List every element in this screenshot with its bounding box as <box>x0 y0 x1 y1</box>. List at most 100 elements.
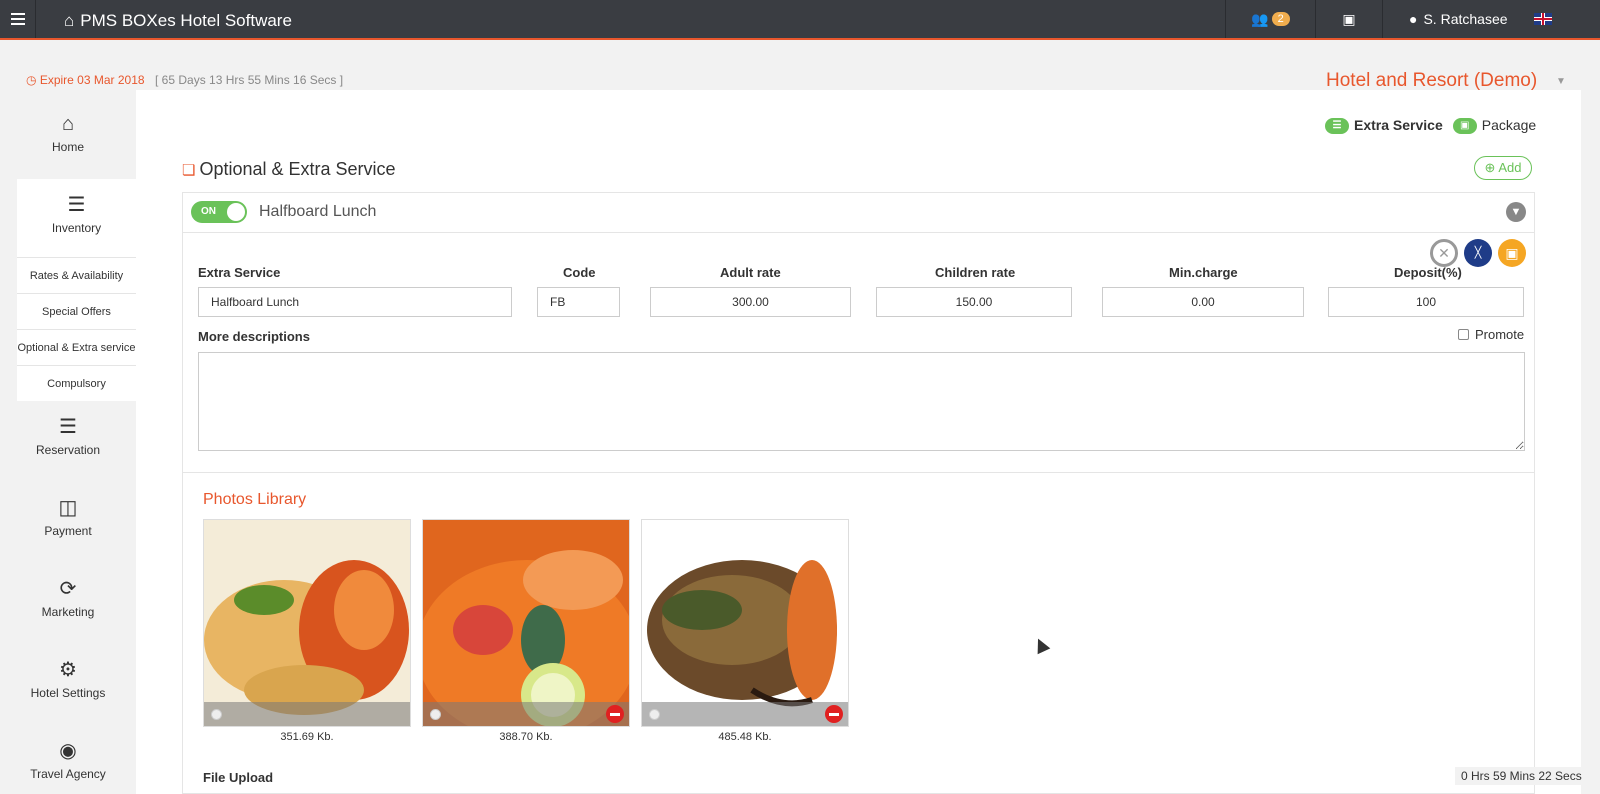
sidebar-subitem-special-offers[interactable]: Special Offers <box>17 293 136 329</box>
code-input[interactable] <box>537 287 620 317</box>
sidebar-label: Marketing <box>41 605 95 619</box>
tab-extra-service[interactable]: ☰ Extra Service <box>1325 117 1443 135</box>
sidebar-label: Inventory <box>51 221 102 235</box>
trash-icon[interactable]: ▬ <box>825 705 843 723</box>
food-photo-image <box>642 520 848 726</box>
min-charge-label: Min.charge <box>1169 265 1238 280</box>
uk-flag-icon[interactable] <box>1533 13 1552 25</box>
expire-countdown: [ 65 Days 13 Hrs 55 Mins 16 Secs ] <box>155 73 344 87</box>
sidebar-item-travel-agency[interactable]: ◉ Travel Agency <box>0 725 136 794</box>
monitor-icon: ▣ <box>1342 10 1356 27</box>
deposit-label: Deposit(%) <box>1394 265 1462 280</box>
photo-thumbnail[interactable]: ▬ <box>422 519 630 727</box>
photo-file-size: 388.70 Kb. <box>499 731 553 743</box>
children-rate-label: Children rate <box>935 265 1016 280</box>
clock-icon: ◷ <box>26 73 40 87</box>
notification-badge: 2 <box>1271 12 1290 26</box>
menu-toggle-button[interactable] <box>0 0 36 38</box>
photo-thumbnail[interactable] <box>203 519 411 727</box>
app-brand[interactable]: ⌂ PMS BOXes Hotel Software <box>64 11 292 31</box>
globe-icon: ◉ <box>59 740 77 762</box>
description-textarea[interactable] <box>198 352 1525 451</box>
adult-rate-input[interactable] <box>650 287 851 317</box>
tab-label: Package <box>1481 117 1537 133</box>
sidebar-item-home[interactable]: ⌂ Home <box>0 98 136 179</box>
inventory-group: ☰ Inventory Rates & Availability Special… <box>17 179 136 401</box>
service-name-heading: Halfboard Lunch <box>259 203 377 220</box>
user-menu[interactable]: ● S. Ratchasee <box>1382 0 1600 38</box>
children-rate-input[interactable] <box>876 287 1072 317</box>
server-icon: ☰ <box>67 194 86 216</box>
photo-toolbar: ▬ <box>423 702 629 726</box>
language-flag-icon[interactable]: ╳ <box>1464 239 1492 267</box>
sidebar-subitem-rates[interactable]: Rates & Availability <box>17 257 136 293</box>
sidebar-label: Travel Agency <box>30 767 106 781</box>
user-name: S. Ratchasee <box>1423 11 1508 27</box>
adult-rate-label: Adult rate <box>720 265 781 280</box>
display-button[interactable]: ▣ <box>1315 0 1382 38</box>
close-icon[interactable]: ✕ <box>1430 239 1458 267</box>
photos-library-title: Photos Library <box>203 491 307 508</box>
item-actions: ✕ ╳ ▣ <box>1430 239 1526 267</box>
hotel-selector[interactable]: Hotel and Resort (Demo) <box>1326 70 1537 92</box>
min-charge-input[interactable] <box>1102 287 1304 317</box>
sidebar-item-marketing[interactable]: ⟳ Marketing <box>0 563 136 644</box>
user-icon: ● <box>1409 11 1418 27</box>
sidebar: ⌂ Home ☰ Inventory Rates & Availability … <box>0 98 136 794</box>
money-icon: ◫ <box>58 497 78 519</box>
primary-photo-radio[interactable] <box>649 709 660 720</box>
users-icon: 👥 <box>1251 10 1269 27</box>
primary-photo-radio[interactable] <box>430 709 441 720</box>
expire-text: Expire 03 Mar 2018 <box>39 73 145 87</box>
top-navbar: ⌂ PMS BOXes Hotel Software 👥 2 ▣ ● S. Ra… <box>0 0 1600 40</box>
sidebar-item-payment[interactable]: ◫ Payment <box>0 482 136 563</box>
home-icon: ⌂ <box>64 11 75 30</box>
add-label: Add <box>1498 160 1522 175</box>
save-icon[interactable]: ▣ <box>1498 239 1526 267</box>
photo-thumbnail[interactable]: ▬ <box>641 519 849 727</box>
promote-label: Promote <box>1475 327 1525 342</box>
sidebar-subitem-extra-service[interactable]: Optional & Extra service <box>17 329 136 365</box>
primary-photo-radio[interactable] <box>211 709 222 720</box>
photo-file-size: 351.69 Kb. <box>280 731 334 743</box>
extra-service-label: Extra Service <box>198 265 281 280</box>
trash-icon[interactable]: ▬ <box>606 705 624 723</box>
chevron-down-icon[interactable]: ▼ <box>1506 202 1526 222</box>
home-icon: ⌂ <box>61 113 75 135</box>
photo-toolbar: ▬ <box>642 702 848 726</box>
sidebar-subitem-compulsory[interactable]: Compulsory <box>17 365 136 401</box>
extra-service-input[interactable] <box>198 287 512 317</box>
plus-circle-icon: ⊕ <box>1484 160 1499 175</box>
panel-header[interactable]: ON Halfboard Lunch ▼ <box>183 193 1534 233</box>
tab-package[interactable]: ▣ Package <box>1452 117 1537 135</box>
sidebar-label: Payment <box>44 524 92 538</box>
food-photo-image <box>423 520 629 726</box>
gift-icon: ❏ <box>182 162 196 179</box>
gears-icon: ⚙ <box>59 659 77 681</box>
add-button[interactable]: ⊕ Add <box>1474 156 1532 180</box>
notifications-button[interactable]: 👥 2 <box>1225 0 1315 38</box>
divider <box>183 472 1535 473</box>
more-descriptions-label: More descriptions <box>198 329 310 344</box>
promote-checkbox[interactable] <box>1458 329 1469 340</box>
list-icon: ☰ <box>1325 118 1349 135</box>
hamburger-icon <box>10 18 25 20</box>
photo-file-size: 485.48 Kb. <box>718 731 772 743</box>
food-photo-image <box>204 520 410 726</box>
tab-label: Extra Service <box>1354 117 1443 133</box>
deposit-input[interactable] <box>1328 287 1524 317</box>
list-icon: ☰ <box>59 416 77 438</box>
caret-down-icon[interactable]: ▼ <box>1556 76 1566 87</box>
session-timer: 0 Hrs 59 Mins 22 Secs <box>1455 767 1588 785</box>
page-title: ❏ Optional & Extra Service <box>182 159 396 180</box>
file-upload-label: File Upload <box>203 770 274 785</box>
promote-option[interactable]: Promote <box>1458 327 1524 342</box>
active-toggle[interactable]: ON <box>191 201 247 223</box>
sidebar-item-reservation[interactable]: ☰ Reservation <box>0 401 136 482</box>
photo-toolbar <box>204 702 410 726</box>
sidebar-label: Home <box>51 140 84 154</box>
sidebar-item-inventory[interactable]: ☰ Inventory <box>17 179 136 257</box>
sidebar-label: Hotel Settings <box>30 686 106 700</box>
sidebar-item-hotel-settings[interactable]: ⚙ Hotel Settings <box>0 644 136 725</box>
page-title-text: Optional & Extra Service <box>199 159 396 179</box>
